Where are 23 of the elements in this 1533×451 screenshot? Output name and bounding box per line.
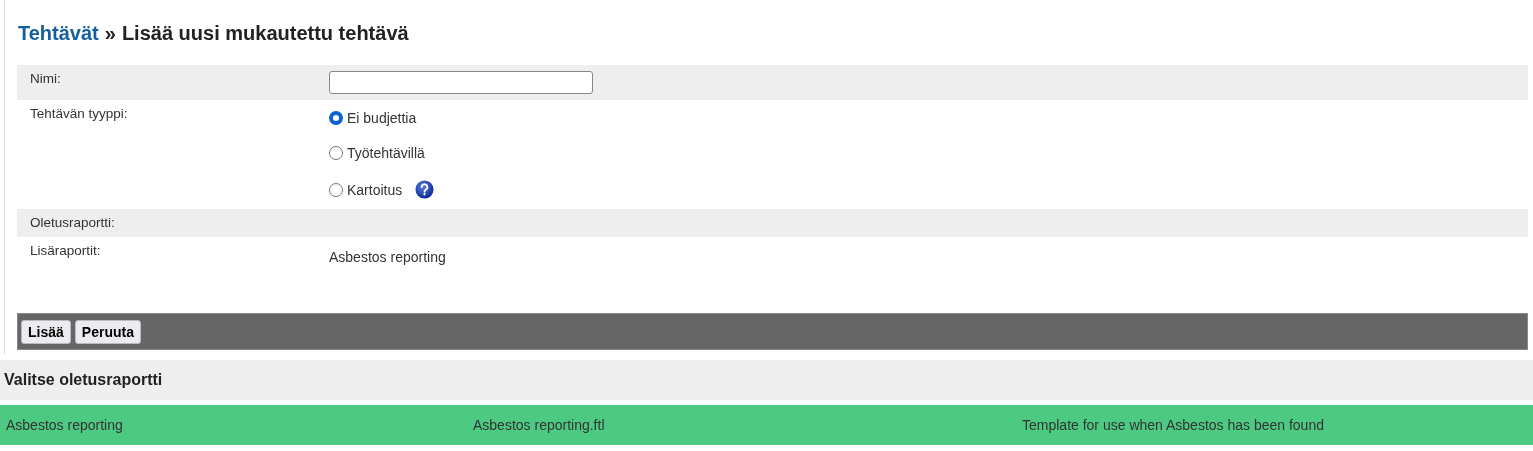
report-row[interactable]: Asbestos reporting Asbestos reporting.ftl Template for use when Asbestos has been found xyxy=(0,405,1533,445)
radio-button[interactable] xyxy=(329,146,343,160)
radio-label: Kartoitus xyxy=(347,181,403,198)
field-value: Asbestos reporting xyxy=(329,248,447,267)
page-title: Lisää uusi mukautettu tehtävä xyxy=(121,22,409,45)
radio-label: Ei budjettia xyxy=(347,110,417,126)
cancel-button[interactable]: Peruuta xyxy=(74,319,141,344)
radio-button[interactable] xyxy=(329,182,343,197)
breadcrumb-separator: » xyxy=(104,22,116,45)
report-file: Asbestos reporting.ftl xyxy=(473,417,606,433)
add-button[interactable]: Lisää xyxy=(21,319,71,344)
field-label: Oletusraportti: xyxy=(30,215,116,232)
field-label: Lisäraportit: xyxy=(30,243,102,260)
section-title: Valitse oletusraportti xyxy=(0,360,1533,400)
radio-button[interactable] xyxy=(329,111,343,125)
help-icon[interactable] xyxy=(415,180,435,199)
breadcrumb-link[interactable]: Tehtävät xyxy=(18,22,99,45)
report-name: Asbestos reporting xyxy=(6,417,124,433)
name-input[interactable] xyxy=(329,71,593,94)
radio-label: Työtehtävillä xyxy=(347,145,425,161)
report-description: Template for use when Asbestos has been found xyxy=(1022,417,1325,433)
field-label: Tehtävän tyyppi: xyxy=(30,106,129,123)
field-label: Nimi: xyxy=(30,71,62,88)
